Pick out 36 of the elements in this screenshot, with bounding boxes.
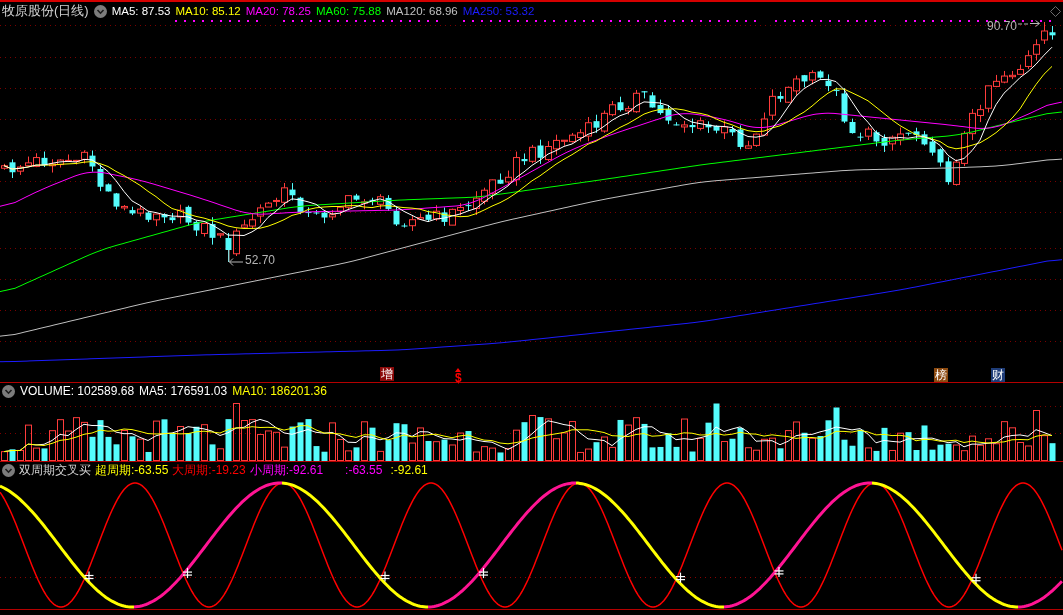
ma-legend-value: MA5: 87.53 [111,4,171,18]
event-tag: 增 [380,367,394,381]
indicator-legend-value: :-63.55 [345,463,383,477]
cross-marker-icon [773,566,785,578]
price-high-label: 90.70 [987,20,1018,33]
ma-legend-value: MA60: 75.88 [315,4,382,18]
ma-legend-value: MA250: 53.32 [462,4,535,18]
cross-marker-icon [970,573,982,585]
event-marker: $ [455,373,462,384]
chevron-down-icon[interactable] [93,4,107,18]
cross-marker-icon [182,567,193,579]
indicator-legend-value: :-92.61 [390,463,428,477]
event-tag: 财 [991,368,1005,382]
diamond-icon[interactable] [1050,5,1061,17]
price-low-label: 52.70 [245,254,276,267]
cross-marker-icon [478,567,489,579]
chevron-down-icon[interactable] [2,384,15,398]
stock-title: 牧原股份(日线) [2,4,89,18]
cross-marker-icon [675,572,686,584]
indicator-legend-value: 超周期:-63.55 [95,463,169,477]
right-arrow-icon [1018,20,1042,27]
chevron-down-icon[interactable] [2,463,15,477]
volume-legend-value: MA10: 186201.36 [232,384,327,398]
indicator-legend-value: 小周期:-92.61 [249,463,324,477]
indicator-title: 双周期交叉买 [19,463,91,477]
ma-legend-value: MA10: 85.12 [175,4,241,18]
indicator-legend-value: 大周期:-19.23 [172,463,246,477]
caret-up-icon [455,368,462,372]
left-arrow-icon [228,250,244,267]
ma-legend-value: MA20: 78.25 [245,4,311,18]
volume-legend-value: MA5: 176591.03 [139,384,228,398]
event-tag: 榜 [934,368,948,382]
volume-legend-value: VOLUME: 102589.68 [20,384,135,398]
ma-legend-value: MA120: 68.96 [386,4,458,18]
cross-marker-icon [83,570,95,583]
cross-marker-icon [379,570,391,583]
